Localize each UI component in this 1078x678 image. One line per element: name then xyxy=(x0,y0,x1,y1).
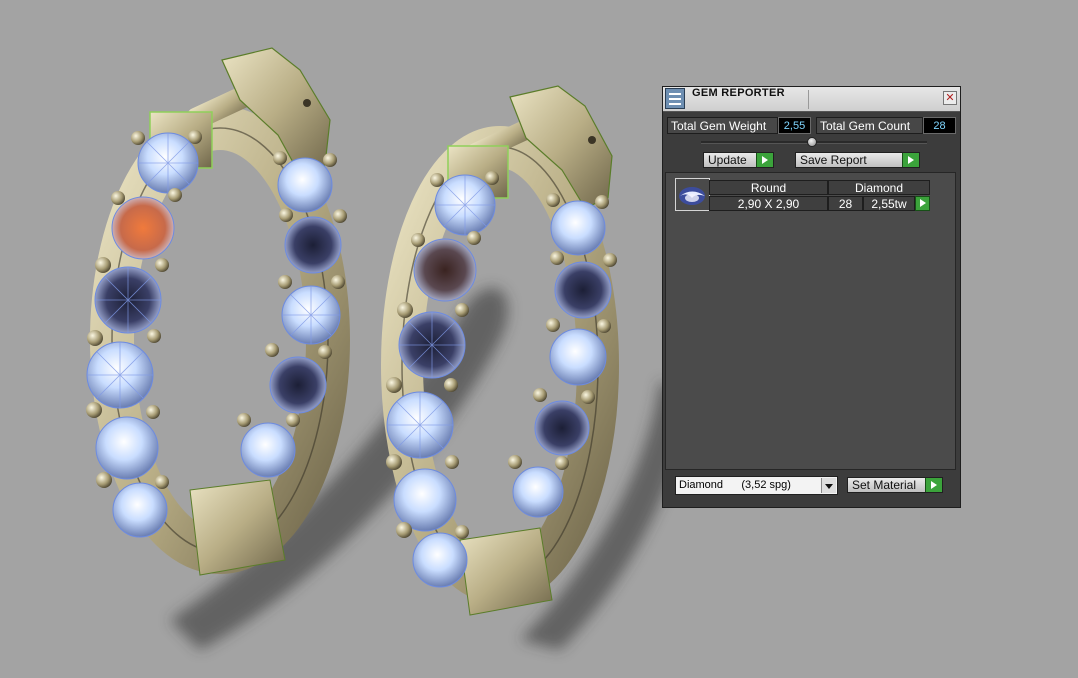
gem-list[interactable]: Round Diamond 2,90 X 2,90 28 2,55tw xyxy=(665,172,956,470)
play-arrow-icon xyxy=(756,153,773,167)
round-gem-icon xyxy=(675,178,710,211)
right-hoop-earring[interactable] xyxy=(381,85,619,616)
left-hoop-earring[interactable] xyxy=(86,47,350,576)
play-arrow-icon xyxy=(902,153,919,167)
panel-titlebar[interactable]: GEM REPORTER ✕ xyxy=(663,87,960,112)
save-report-button-label: Save Report xyxy=(800,153,867,167)
gem-material-cell: Diamond xyxy=(828,180,930,195)
gem-weight-cell: 2,55tw xyxy=(863,196,915,211)
play-arrow-icon xyxy=(925,478,942,492)
save-report-button[interactable]: Save Report xyxy=(795,152,920,168)
gem-shape-cell: Round xyxy=(709,180,828,195)
total-gem-count-value: 28 xyxy=(923,117,956,134)
material-select[interactable]: Diamond (3,52 spg) xyxy=(675,476,838,495)
set-material-button-label: Set Material xyxy=(852,478,917,492)
total-gem-weight-value: 2,55 xyxy=(778,117,811,134)
titlebar-divider xyxy=(808,90,809,109)
total-gem-count-label: Total Gem Count xyxy=(816,117,923,134)
update-button[interactable]: Update xyxy=(703,152,774,168)
set-material-button[interactable]: Set Material xyxy=(847,477,943,493)
gem-size-cell: 2,90 X 2,90 xyxy=(709,196,828,211)
slider-handle[interactable] xyxy=(807,137,817,147)
material-select-value: Diamond (3,52 spg) xyxy=(679,479,791,491)
play-arrow-icon[interactable] xyxy=(915,196,930,211)
total-gem-weight-label: Total Gem Weight xyxy=(667,117,778,134)
update-button-label: Update xyxy=(708,153,747,167)
gem-count-cell: 28 xyxy=(828,196,863,211)
close-icon[interactable]: ✕ xyxy=(943,91,957,105)
app-icon xyxy=(665,88,685,109)
chevron-down-icon[interactable] xyxy=(821,478,836,493)
panel-title: GEM REPORTER xyxy=(692,87,785,99)
gem-reporter-panel: GEM REPORTER ✕ Total Gem Weight 2,55 Tot… xyxy=(662,86,961,508)
